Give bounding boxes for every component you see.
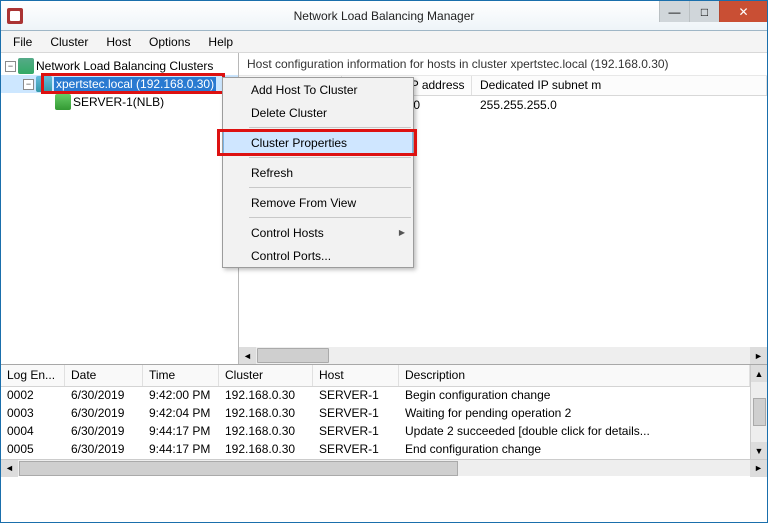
logcol-cluster[interactable]: Cluster (219, 365, 313, 386)
cell-entry: 0002 (1, 387, 65, 405)
tree-panel: − Network Load Balancing Clusters − xper… (1, 53, 239, 364)
cell-host: SERVER-1 (313, 387, 399, 405)
logcol-desc[interactable]: Description (399, 365, 750, 386)
ctx-control-hosts[interactable]: Control Hosts (223, 221, 413, 244)
logcol-host[interactable]: Host (313, 365, 399, 386)
minimize-button[interactable]: — (659, 1, 689, 22)
cell-desc: Update 2 succeeded [double click for det… (399, 423, 750, 441)
cell-time: 9:44:17 PM (143, 441, 219, 459)
log-row[interactable]: 00056/30/20199:44:17 PM192.168.0.30SERVE… (1, 441, 750, 459)
server-icon (55, 94, 71, 110)
scroll-down-icon[interactable]: ▼ (751, 442, 767, 459)
tree-root[interactable]: − Network Load Balancing Clusters (1, 57, 238, 75)
menubar: File Cluster Host Options Help (1, 31, 767, 53)
scroll-thumb[interactable] (19, 461, 458, 476)
separator (249, 127, 411, 128)
cell-date: 6/30/2019 (65, 387, 143, 405)
scroll-thumb[interactable] (753, 398, 766, 426)
scroll-right-icon[interactable]: ► (750, 347, 767, 364)
menu-file[interactable]: File (5, 33, 40, 51)
logcol-date[interactable]: Date (65, 365, 143, 386)
scroll-left-icon[interactable]: ◄ (239, 347, 256, 364)
separator (249, 187, 411, 188)
log-vscrollbar[interactable]: ▲ ▼ (750, 365, 767, 459)
logcol-time[interactable]: Time (143, 365, 219, 386)
close-button[interactable]: ✕ (719, 1, 767, 22)
ctx-delete-cluster[interactable]: Delete Cluster (223, 101, 413, 124)
log-panel: Log En... Date Time Cluster Host Descrip… (1, 364, 767, 476)
clusters-icon (18, 58, 34, 74)
menu-help[interactable]: Help (200, 33, 241, 51)
log-rows: 00026/30/20199:42:00 PM192.168.0.30SERVE… (1, 387, 750, 459)
log-row[interactable]: 00036/30/20199:42:04 PM192.168.0.30SERVE… (1, 405, 750, 423)
cell-entry: 0005 (1, 441, 65, 459)
cell-desc: Waiting for pending operation 2 (399, 405, 750, 423)
detail-header: Host configuration information for hosts… (239, 53, 767, 76)
cell-desc: Begin configuration change (399, 387, 750, 405)
cell-cluster: 192.168.0.30 (219, 405, 313, 423)
tree-server[interactable]: SERVER-1(NLB) (1, 93, 238, 111)
context-menu: Add Host To Cluster Delete Cluster Clust… (222, 77, 414, 268)
detail-hscrollbar[interactable]: ◄ ► (239, 347, 767, 364)
menu-cluster[interactable]: Cluster (42, 33, 96, 51)
tree-cluster[interactable]: − xpertstec.local (192.168.0.30) (1, 75, 238, 93)
menu-host[interactable]: Host (98, 33, 139, 51)
ctx-cluster-properties[interactable]: Cluster Properties (223, 131, 413, 154)
app-icon (7, 8, 23, 24)
maximize-button[interactable]: □ (689, 1, 719, 22)
cell-entry: 0004 (1, 423, 65, 441)
collapse-icon[interactable]: − (5, 61, 16, 72)
scroll-thumb[interactable] (257, 348, 329, 363)
ctx-control-ports[interactable]: Control Ports... (223, 244, 413, 267)
cell-date: 6/30/2019 (65, 441, 143, 459)
cell-date: 6/30/2019 (65, 423, 143, 441)
tree-server-label: SERVER-1(NLB) (73, 95, 164, 109)
log-row[interactable]: 00026/30/20199:42:00 PM192.168.0.30SERVE… (1, 387, 750, 405)
col-subnet-mask[interactable]: Dedicated IP subnet m (472, 76, 767, 95)
ctx-remove-view[interactable]: Remove From View (223, 191, 413, 214)
scroll-right-icon[interactable]: ► (750, 460, 767, 477)
cell-cluster: 192.168.0.30 (219, 387, 313, 405)
ctx-refresh[interactable]: Refresh (223, 161, 413, 184)
titlebar: Network Load Balancing Manager — □ ✕ (1, 1, 767, 31)
log-hscrollbar[interactable]: ◄ ► (1, 459, 767, 476)
separator (249, 217, 411, 218)
cluster-icon (36, 76, 52, 92)
cell-time: 9:44:17 PM (143, 423, 219, 441)
tree-root-label: Network Load Balancing Clusters (36, 59, 213, 73)
cell-time: 9:42:00 PM (143, 387, 219, 405)
collapse-icon[interactable]: − (23, 79, 34, 90)
ctx-add-host[interactable]: Add Host To Cluster (223, 78, 413, 101)
cell-cluster: 192.168.0.30 (219, 441, 313, 459)
cell-time: 9:42:04 PM (143, 405, 219, 423)
scroll-up-icon[interactable]: ▲ (751, 365, 767, 382)
cell-date: 6/30/2019 (65, 405, 143, 423)
scroll-left-icon[interactable]: ◄ (1, 460, 18, 477)
log-columns: Log En... Date Time Cluster Host Descrip… (1, 365, 750, 387)
menu-options[interactable]: Options (141, 33, 198, 51)
cell-host: SERVER-1 (313, 423, 399, 441)
cell-host: SERVER-1 (313, 441, 399, 459)
separator (249, 157, 411, 158)
window-title: Network Load Balancing Manager (1, 9, 767, 23)
logcol-entry[interactable]: Log En... (1, 365, 65, 386)
log-row[interactable]: 00046/30/20199:44:17 PM192.168.0.30SERVE… (1, 423, 750, 441)
cell-host: SERVER-1 (313, 405, 399, 423)
cell-entry: 0003 (1, 405, 65, 423)
tree-cluster-label: xpertstec.local (192.168.0.30) (54, 77, 216, 91)
cell-cluster: 192.168.0.30 (219, 423, 313, 441)
cell-desc: End configuration change (399, 441, 750, 459)
cell-mask: 255.255.255.0 (472, 96, 767, 116)
